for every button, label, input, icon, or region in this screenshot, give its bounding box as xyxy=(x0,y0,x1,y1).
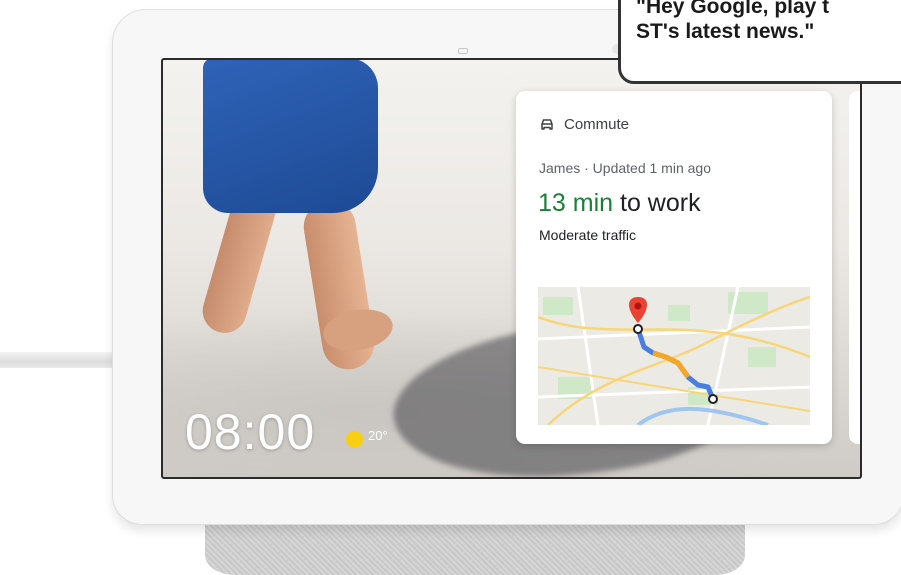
sun-icon xyxy=(346,431,363,448)
commute-summary: 13 min to work xyxy=(538,189,701,218)
card-title: Commute xyxy=(564,116,630,133)
route-map[interactable] xyxy=(538,287,810,425)
voice-command-quote: "Hey Google, play t ST's latest news." xyxy=(636,0,829,44)
ambient-sensor xyxy=(458,48,468,54)
traffic-status: Moderate traffic xyxy=(539,227,637,243)
commute-duration: 13 min xyxy=(538,189,614,217)
runner-shorts xyxy=(203,60,378,213)
car-icon xyxy=(541,119,553,130)
quote-line-1: "Hey Google, play t xyxy=(636,0,830,18)
quote-line-2: ST's latest news." xyxy=(636,20,815,43)
power-cable xyxy=(0,352,125,368)
display-screen: 08:00 20° Commute James · Updated 1 min … xyxy=(161,58,862,479)
temperature: 20° xyxy=(368,428,388,443)
card-subtitle: James · Updated 1 min ago xyxy=(539,160,711,176)
next-card-peek[interactable] xyxy=(849,91,860,444)
commute-card[interactable]: Commute James · Updated 1 min ago 13 min… xyxy=(516,91,832,444)
clock-time: 08:00 xyxy=(185,404,316,460)
commute-destination: to work xyxy=(613,189,701,217)
